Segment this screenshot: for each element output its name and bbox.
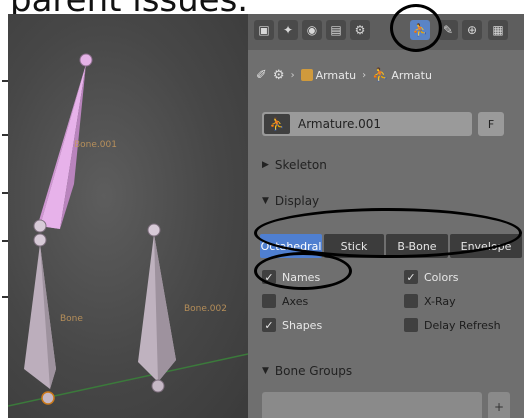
properties-tab-bar: ▣ ✦ ◉ ▤ ⚙ ⛹ ✎ ⊕ ▦ [248,14,524,50]
bone-child[interactable] [24,233,56,405]
check-icon: ✓ [404,270,418,284]
object-tab-icon[interactable]: ▤ [326,20,346,40]
expanded-triangle-icon: ▼ [262,366,269,376]
axes-checkbox[interactable]: Axes [262,294,308,308]
armature-name-field[interactable]: ⛹ Armature.001 [262,112,472,136]
checkbox-empty-icon [262,294,276,308]
bone-label-bone: Bone [60,314,83,324]
bone-label-001: Bone.001 [74,140,117,150]
world-tab-icon[interactable]: ◉ [302,20,322,40]
separator-icon: › [362,69,367,81]
highlight-ring-display-modes [254,208,522,258]
viewport-scene [8,53,248,407]
fake-user-button[interactable]: F [478,112,504,136]
separator-icon: › [290,69,295,81]
pin-icon[interactable]: ✐ [256,68,267,83]
bone-002[interactable] [138,223,176,393]
context-object[interactable]: Armatu [300,69,356,82]
checkbox-empty-icon [404,318,418,332]
armature-icon: ⛹ [372,67,389,83]
checkbox-empty-icon [404,294,418,308]
bone-groups-panel-header[interactable]: ▼ Bone Groups [262,364,352,378]
context-breadcrumb: ✐ ⚙ › Armatu › ⛹ Armatu [248,60,524,90]
render-tab-icon[interactable]: ▣ [254,20,274,40]
expanded-triangle-icon: ▼ [262,196,269,206]
bone-groups-list[interactable] [262,392,482,418]
skeleton-panel-header[interactable]: ▶ Skeleton [262,158,327,172]
bone-label-002: Bone.002 [184,304,227,314]
delay-refresh-checkbox[interactable]: Delay Refresh [404,318,501,332]
scene-tab-icon[interactable]: ✦ [278,20,298,40]
shapes-checkbox[interactable]: ✓ Shapes [262,318,322,332]
add-bone-group-button[interactable]: + [488,392,510,418]
bone-constraint-tab-icon[interactable]: ⊕ [462,20,482,40]
object-icon [300,69,313,81]
highlight-ring-names [254,252,352,290]
3d-viewport[interactable]: Bone.001 Bone Bone.002 [8,14,248,418]
collapsed-triangle-icon: ▶ [262,160,269,170]
check-icon: ✓ [262,318,276,332]
modifier-tab-icon[interactable]: ▦ [488,20,508,40]
scene-icon: ⚙ [272,67,285,83]
highlight-ring-data-tab [390,4,442,52]
constraint-tab-icon[interactable]: ⚙ [350,20,370,40]
armature-datablock-icon[interactable]: ⛹ [264,114,290,134]
colors-checkbox[interactable]: ✓ Colors [404,270,458,284]
display-panel-header[interactable]: ▼ Display [262,194,319,208]
context-armature[interactable]: ⛹ Armatu [372,68,432,83]
xray-checkbox[interactable]: X-Ray [404,294,456,308]
armature-name-value: Armature.001 [298,117,382,131]
